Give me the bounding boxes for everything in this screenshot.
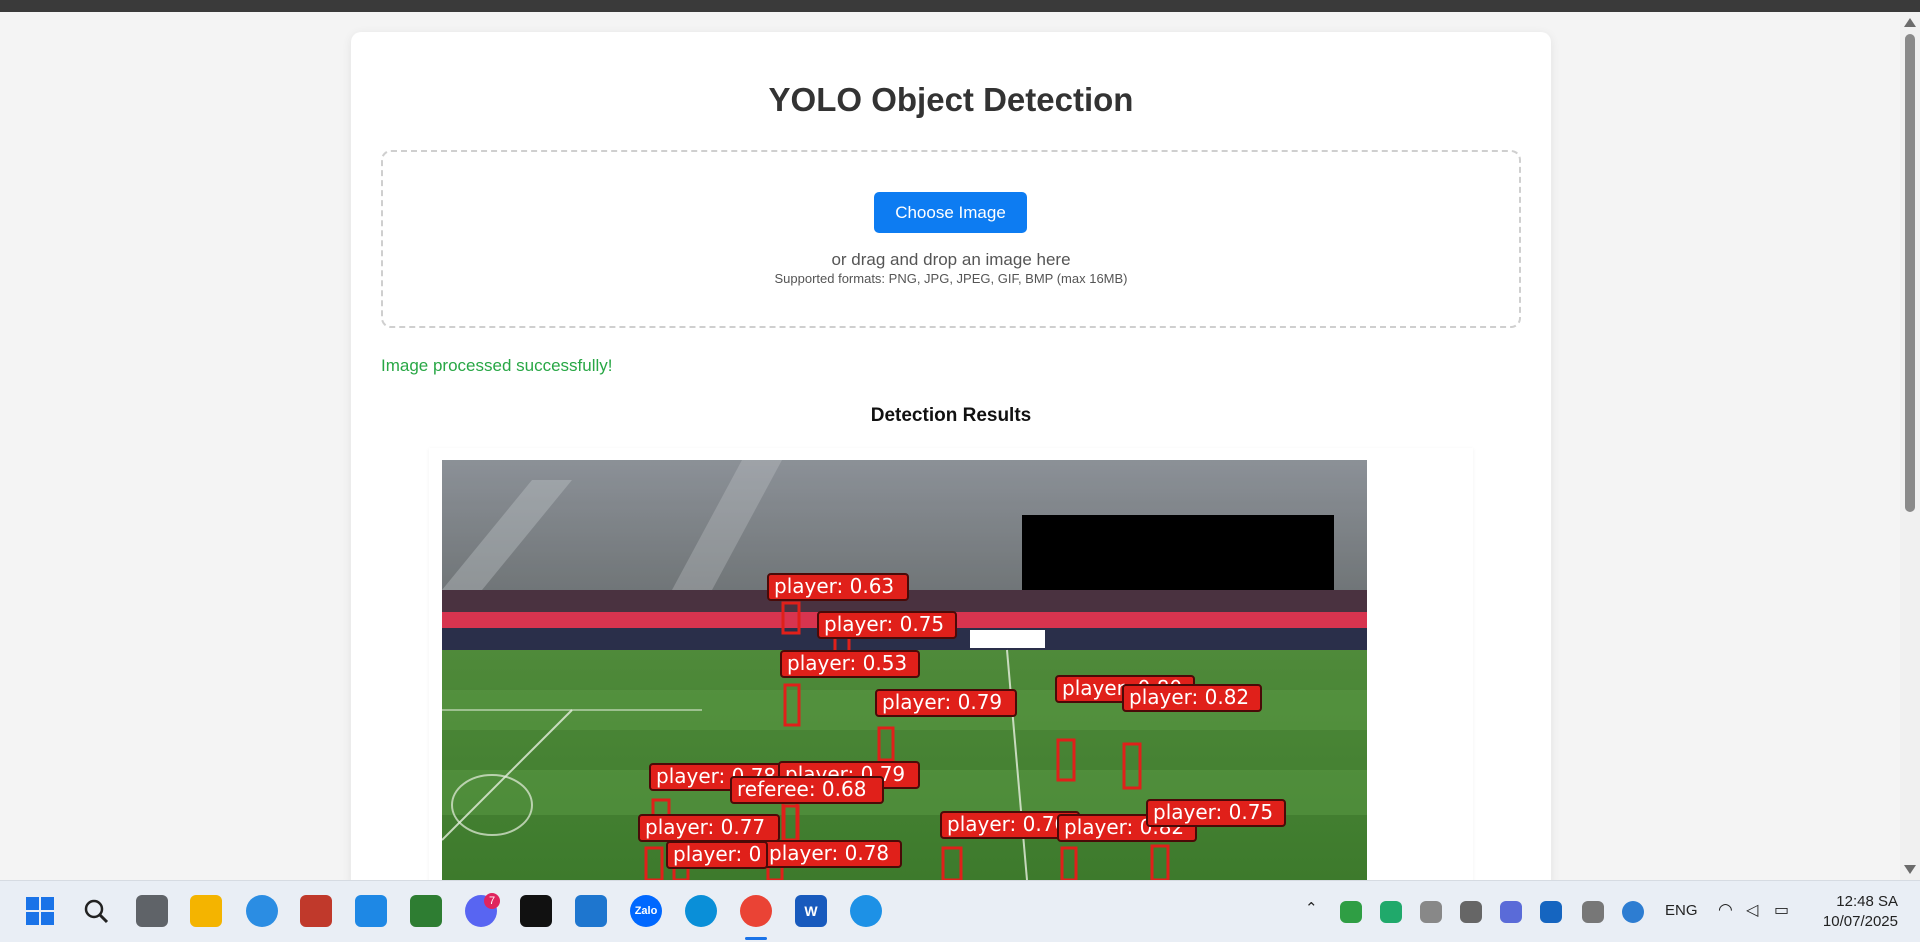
tray-cloud-icon[interactable] bbox=[1420, 901, 1442, 923]
stadium-scene: player: 0.63 player: 0.75 player: 0.53 play… bbox=[442, 460, 1367, 880]
detection-label: referee: 0.68 bbox=[737, 777, 866, 801]
word-icon[interactable]: W bbox=[795, 895, 827, 927]
fohlen-board bbox=[970, 630, 1045, 648]
status-message: Image processed successfully! bbox=[381, 356, 613, 375]
page-title: YOLO Object Detection bbox=[768, 81, 1134, 118]
snipping-tool-icon[interactable] bbox=[300, 895, 332, 927]
file-explorer-icon[interactable] bbox=[190, 895, 222, 927]
language-indicator[interactable]: ENG bbox=[1665, 902, 1698, 919]
vertical-scrollbar[interactable] bbox=[1900, 12, 1920, 880]
supported-formats: Supported formats: PNG, JPG, JPEG, GIF, … bbox=[774, 271, 1128, 286]
detection-label: player: 0.77 bbox=[645, 815, 765, 839]
detection-label: player: 0.82 bbox=[1129, 685, 1249, 709]
task-view-icon[interactable] bbox=[136, 895, 168, 927]
browser-top-bar bbox=[0, 0, 1920, 12]
slides-icon[interactable] bbox=[410, 895, 442, 927]
zalo-icon[interactable]: Zalo bbox=[630, 895, 662, 927]
chrome-icon[interactable] bbox=[740, 895, 772, 927]
detection-label: player: 0.76 bbox=[947, 812, 1067, 836]
detection-label: player: 0.75 bbox=[824, 612, 944, 636]
docker-icon[interactable] bbox=[850, 895, 882, 927]
start-icon[interactable] bbox=[24, 895, 56, 927]
drop-hint: or drag and drop an image here bbox=[831, 250, 1071, 269]
detection-label: player: 0.53 bbox=[787, 651, 907, 675]
detection-result-image: player: 0.63 player: 0.75 player: 0.53 play… bbox=[442, 460, 1367, 880]
redaction-box bbox=[1022, 515, 1334, 590]
detection-label: player: 0 bbox=[673, 842, 761, 866]
scroll-down-arrow-icon[interactable] bbox=[1904, 865, 1916, 874]
battery-icon[interactable]: ▭ bbox=[1774, 900, 1789, 920]
detection-label: player: 0.79 bbox=[882, 690, 1002, 714]
tray-grammarly-icon[interactable] bbox=[1380, 901, 1402, 923]
choose-image-button[interactable]: Choose Image bbox=[874, 192, 1027, 233]
detection-label: player: 0.63 bbox=[774, 574, 894, 598]
wifi-icon[interactable]: ◠ bbox=[1718, 900, 1733, 920]
active-app-indicator bbox=[745, 937, 767, 940]
edge-icon[interactable] bbox=[685, 895, 717, 927]
scrollbar-thumb[interactable] bbox=[1905, 34, 1915, 512]
results-title: Detection Results bbox=[870, 405, 1032, 426]
tray-app-icon[interactable] bbox=[1340, 901, 1362, 923]
search-icon[interactable] bbox=[80, 895, 112, 927]
tray-input-icon[interactable] bbox=[1500, 901, 1522, 923]
settings-globe-icon[interactable] bbox=[246, 895, 278, 927]
volume-icon[interactable]: ◁ bbox=[1746, 900, 1758, 920]
image-dropzone[interactable]: Choose Image or drag and drop an image h… bbox=[381, 150, 1521, 328]
detection-label: player: 0.75 bbox=[1153, 800, 1273, 824]
scroll-up-arrow-icon[interactable] bbox=[1904, 18, 1916, 27]
capcut-icon[interactable] bbox=[520, 895, 552, 927]
tray-mic-muted-icon[interactable] bbox=[1460, 901, 1482, 923]
notepad-icon[interactable] bbox=[355, 895, 387, 927]
detection-label: player: 0.78 bbox=[769, 841, 889, 865]
tray-display-icon[interactable] bbox=[1582, 901, 1604, 923]
discord-notification-badge: 7 bbox=[484, 893, 500, 909]
taskbar: 7 Zalo W ⌃ ENG ◠ ◁ ▭ 12:48 SA 10/07/2025 bbox=[0, 880, 1920, 942]
tray-microphone-icon[interactable] bbox=[1622, 901, 1644, 923]
vscode-icon[interactable] bbox=[575, 895, 607, 927]
tray-security-icon[interactable] bbox=[1540, 901, 1562, 923]
tray-overflow-chevron-icon[interactable]: ⌃ bbox=[1305, 899, 1318, 917]
clock-date[interactable]: 10/07/2025 bbox=[1812, 913, 1898, 930]
clock-time[interactable]: 12:48 SA bbox=[1822, 893, 1898, 910]
